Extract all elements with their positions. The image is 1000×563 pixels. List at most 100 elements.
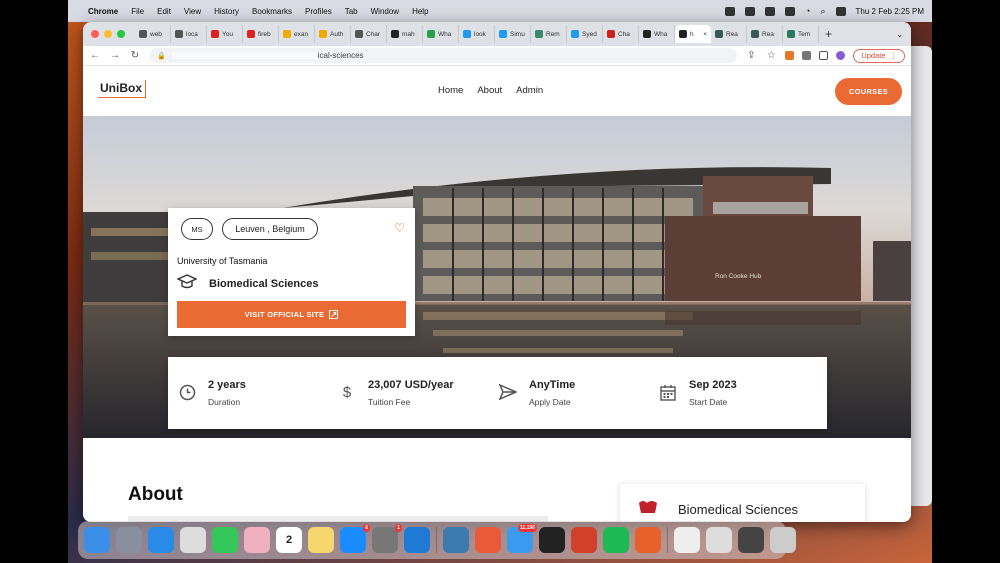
dock-preview-icon[interactable] [706,527,732,553]
profile-avatar[interactable] [836,51,846,60]
status-icon[interactable] [745,6,756,16]
program-stats: 2 years Duration $ 23,007 USD/year Tuiti… [168,357,827,429]
menu-profiles[interactable]: Profiles [305,7,332,16]
dock-launchpad-icon[interactable] [116,527,142,553]
dock-app-store-icon[interactable]: 6 [340,524,370,553]
degree-chip[interactable]: MS [181,218,213,240]
dock-browser-icon[interactable] [443,527,469,553]
tab-favicon-icon [535,30,543,38]
favorite-heart-icon[interactable]: ♡ [394,221,405,235]
tab-search-chevron-icon[interactable]: ⌄ [896,30,903,39]
menu-help[interactable]: Help [412,7,428,16]
tab-label: Auth [330,30,344,38]
menu-file[interactable]: File [131,7,144,16]
visit-official-site-button[interactable]: VISIT OFFICIAL SITE ↗ [177,301,406,328]
dock-system-settings-icon[interactable]: 1 [372,524,402,553]
battery-icon[interactable] [785,6,796,16]
forward-icon[interactable]: → [109,50,121,61]
share-icon[interactable]: ⇪ [745,50,757,61]
browser-tab[interactable]: exan [279,25,315,43]
wifi-icon[interactable]: ◔ [805,6,810,16]
dock-doc-icon[interactable] [674,527,700,553]
browser-tab[interactable]: Rea [747,25,783,43]
browser-tab[interactable]: web [135,25,171,43]
browser-tab[interactable]: Simu [495,25,531,43]
browser-tab[interactable]: look [459,25,495,43]
update-button[interactable]: Update ⋮ [853,48,905,63]
dock-mail-icon[interactable]: 11,196 [507,524,537,553]
apply-date-value: AnyTime [529,379,576,391]
program-title: Biomedical Sciences [209,278,319,290]
toolbar: ← → ↻ 🔒 ical-sciences ⇪ ☆ Update ⋮ [83,46,911,66]
status-icon[interactable] [765,6,776,16]
dock-messages-icon[interactable] [212,527,238,553]
dock-screen-icon[interactable] [738,527,764,553]
tab-favicon-icon [427,30,435,38]
metamask-extension-icon[interactable] [785,51,795,60]
menu-app-name[interactable]: Chrome [88,7,118,16]
browser-tab[interactable]: Auth [315,25,351,43]
site-logo[interactable]: UniBox [98,80,146,98]
menu-edit[interactable]: Edit [157,7,171,16]
browser-tab[interactable]: You [207,25,243,43]
tab-favicon-icon [211,30,219,38]
dock-badge: 6 [363,524,370,532]
close-window-button[interactable] [91,30,99,38]
tab-favicon-icon [463,30,471,38]
dock-calendar-icon[interactable]: 2 [276,527,302,553]
menu-window[interactable]: Window [371,7,399,16]
browser-tab[interactable]: mah [387,25,423,43]
background-window[interactable] [910,46,932,506]
lock-icon[interactable]: 🔒 [157,52,166,60]
dock-finder-icon[interactable] [84,527,110,553]
dock-chrome-icon[interactable] [180,527,206,553]
browser-tab[interactable]: Wha [639,25,675,43]
browser-tab[interactable]: fireb [243,25,279,43]
location-chip[interactable]: Leuven , Belgium [222,218,318,240]
browser-tab[interactable]: loca [171,25,207,43]
browser-tab[interactable]: Wha [423,25,459,43]
dock-pen-icon[interactable] [475,527,501,553]
back-icon[interactable]: ← [89,50,101,61]
zoom-window-button[interactable] [117,30,125,38]
menu-view[interactable]: View [184,7,201,16]
nav-admin[interactable]: Admin [516,85,543,96]
dock-spotify-icon[interactable] [603,527,629,553]
search-icon[interactable]: ⌕ [820,6,825,17]
dock-office-icon[interactable] [571,527,597,553]
tab-favicon-icon [607,30,615,38]
courses-button[interactable]: COURSES [835,78,902,105]
new-tab-button[interactable]: + [825,27,832,41]
close-tab-icon[interactable]: × [703,31,707,38]
browser-tab[interactable]: Rea [711,25,747,43]
dock-safari-icon[interactable] [148,527,174,553]
menu-tab[interactable]: Tab [345,7,358,16]
dock-firefox-icon[interactable] [635,527,661,553]
nav-about[interactable]: About [477,85,502,96]
tab-favicon-icon [139,30,147,38]
browser-tab[interactable]: Cha [603,25,639,43]
dock-terminal-icon[interactable] [539,527,565,553]
dock-photos-icon[interactable] [244,527,270,553]
dock-vscode-icon[interactable] [404,527,430,553]
nav-home[interactable]: Home [438,85,463,96]
dock-notes-icon[interactable] [308,527,334,553]
status-icon[interactable] [725,6,736,16]
browser-tab[interactable]: Syed [567,25,603,43]
bookmark-star-icon[interactable]: ☆ [765,50,777,61]
menu-bookmarks[interactable]: Bookmarks [252,7,292,16]
side-panel-icon[interactable] [819,51,829,60]
dock-trash-icon[interactable] [770,527,796,553]
browser-tab[interactable]: h × [675,25,711,43]
minimize-window-button[interactable] [104,30,112,38]
control-center-icon[interactable] [835,6,846,16]
browser-tab[interactable]: Tem [783,25,819,43]
extensions-puzzle-icon[interactable] [802,51,812,60]
browser-tab[interactable]: Char [351,25,387,43]
menubar-clock[interactable]: Thu 2 Feb 2:25 PM [856,7,924,16]
address-bar[interactable]: 🔒 ical-sciences [149,48,738,63]
menu-history[interactable]: History [214,7,239,16]
reload-icon[interactable]: ↻ [129,50,141,61]
browser-tab[interactable]: Rem [531,25,567,43]
tab-label: fireb [258,30,271,38]
